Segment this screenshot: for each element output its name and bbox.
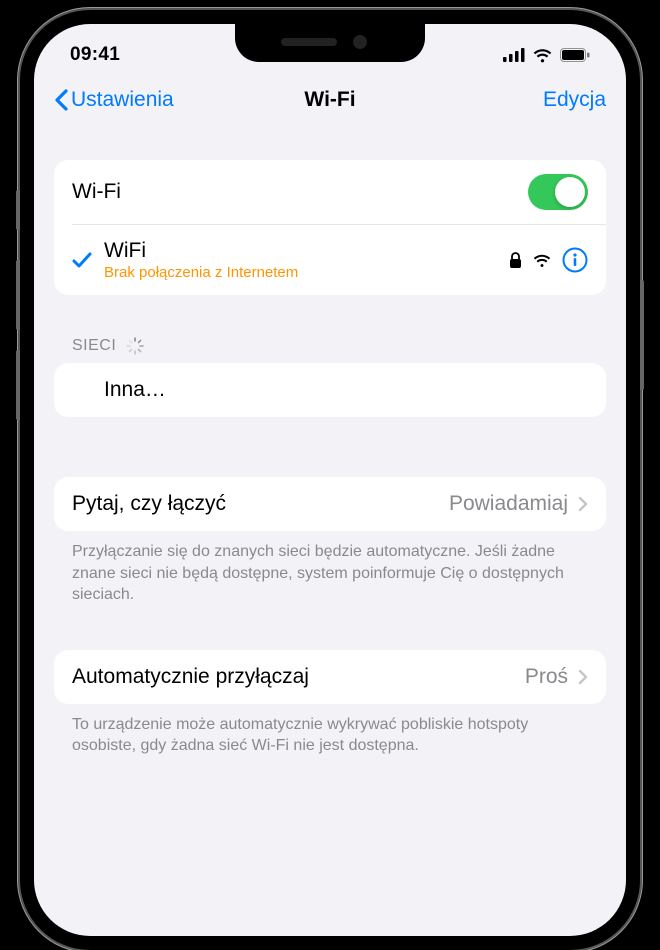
nav-bar: Ustawienia Wi-Fi Edycja <box>34 76 626 126</box>
back-label: Ustawienia <box>71 88 174 112</box>
back-button[interactable]: Ustawienia <box>54 88 174 112</box>
ask-to-join-footer: Przyłączanie się do znanych sieci będzie… <box>54 531 606 606</box>
other-network-label: Inna… <box>104 378 588 402</box>
auto-join-footer: To urządzenie może automatycznie wykrywa… <box>54 704 606 757</box>
page-title: Wi-Fi <box>304 88 355 112</box>
wifi-icon <box>532 48 553 63</box>
network-status: Brak połączenia z Internetem <box>104 264 509 281</box>
status-time: 09:41 <box>70 44 120 66</box>
wifi-section: Wi-Fi WiFi Brak połączenia z Internetem <box>54 160 606 295</box>
auto-join-label: Automatycznie przyłączaj <box>72 665 525 689</box>
cellular-icon <box>503 48 525 62</box>
content: Wi-Fi WiFi Brak połączenia z Internetem <box>34 160 626 757</box>
status-indicators <box>503 48 590 63</box>
networks-section: Inna… <box>54 363 606 417</box>
lock-icon <box>509 252 522 269</box>
network-name: WiFi <box>104 239 509 263</box>
chevron-left-icon <box>54 89 69 111</box>
network-icons <box>509 247 588 273</box>
volume-up-button <box>16 260 20 330</box>
wifi-signal-icon <box>532 253 552 268</box>
auto-join-value: Proś <box>525 665 568 689</box>
network-info: WiFi Brak połączenia z Internetem <box>104 239 509 281</box>
networks-header: SIECI <box>54 337 606 363</box>
other-network-row[interactable]: Inna… <box>54 363 606 417</box>
networks-header-label: SIECI <box>72 337 116 355</box>
connected-network-row[interactable]: WiFi Brak połączenia z Internetem <box>72 224 606 295</box>
auto-join-section: Automatycznie przyłączaj Proś <box>54 650 606 704</box>
wifi-toggle[interactable] <box>528 174 588 210</box>
ask-to-join-section: Pytaj, czy łączyć Powiadamiaj <box>54 477 606 531</box>
auto-join-row[interactable]: Automatycznie przyłączaj Proś <box>54 650 606 704</box>
spinner-icon <box>126 337 144 355</box>
power-button <box>640 280 644 390</box>
chevron-right-icon <box>578 669 588 685</box>
notch <box>235 24 425 62</box>
edit-button[interactable]: Edycja <box>543 88 606 112</box>
volume-down-button <box>16 350 20 420</box>
side-button <box>16 190 20 230</box>
ask-to-join-row[interactable]: Pytaj, czy łączyć Powiadamiaj <box>54 477 606 531</box>
chevron-right-icon <box>578 496 588 512</box>
ask-to-join-label: Pytaj, czy łączyć <box>72 492 449 516</box>
screen: 09:41 Ustawienia Wi-Fi Edycja Wi-Fi <box>34 24 626 936</box>
phone-frame: 09:41 Ustawienia Wi-Fi Edycja Wi-Fi <box>20 10 640 950</box>
ask-to-join-value: Powiadamiaj <box>449 492 568 516</box>
battery-icon <box>560 48 590 62</box>
wifi-toggle-row: Wi-Fi <box>54 160 606 224</box>
wifi-label: Wi-Fi <box>72 180 528 204</box>
checkmark-icon <box>72 251 92 269</box>
info-icon[interactable] <box>562 247 588 273</box>
